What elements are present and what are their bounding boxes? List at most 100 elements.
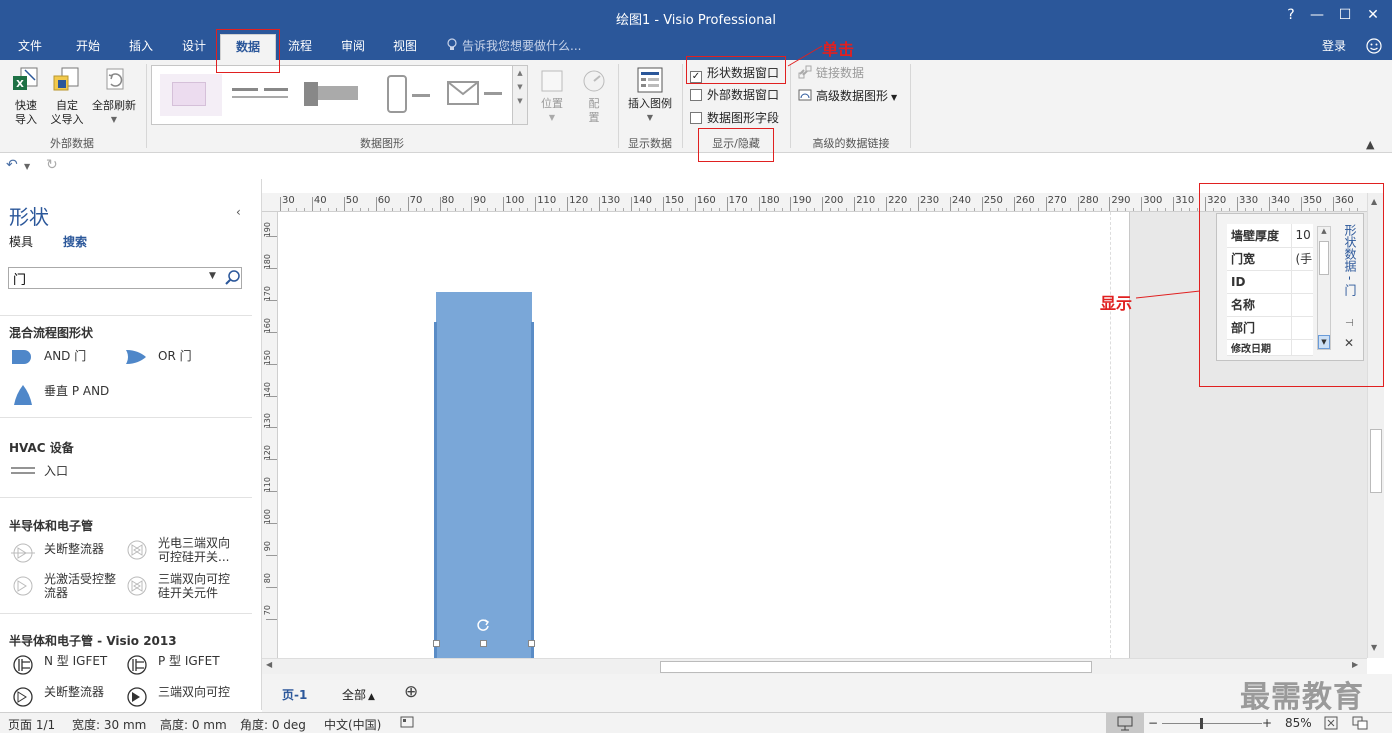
page-tab-1[interactable]: 页-1 (282, 686, 307, 703)
table-row[interactable]: 部门 (1227, 316, 1313, 340)
table-row[interactable]: ID (1227, 270, 1313, 294)
insert-legend-button[interactable]: 插入图例 ▼ (622, 66, 678, 125)
close-window-button[interactable]: ✕ (1360, 4, 1386, 26)
vertical-ruler[interactable]: 190 180 170 160 150 140 130 120 110 100 90 80 70 (262, 212, 278, 658)
horizontal-scrollbar[interactable]: ◀ ▶ (262, 658, 1367, 674)
position-button[interactable]: 位置 ▼ (534, 68, 570, 125)
graphic-thumb-3[interactable] (302, 74, 364, 116)
shape-data-window-checkbox[interactable]: ✓ 形状数据窗口 (690, 64, 779, 83)
horizontal-ruler[interactable]: 30 40 50 60 70 80 90 100 110 120 130 140 150 160 170 18… (262, 193, 1367, 212)
custom-import-button[interactable]: 自定 义导入 (46, 66, 88, 127)
shape-search-input[interactable] (9, 268, 199, 288)
vertical-scrollbar[interactable]: ▲ ▼ (1367, 193, 1384, 658)
status-page[interactable]: 页面 1/1 (8, 716, 55, 733)
configure-button[interactable]: 配 置 (576, 68, 612, 125)
ruler-minor-tick (1085, 208, 1087, 211)
ruler-tick (343, 197, 345, 211)
chevron-down-icon[interactable]: ▼ (209, 271, 216, 281)
graphic-thumb-1[interactable] (160, 74, 222, 116)
tab-view[interactable]: 视图 (380, 34, 430, 60)
zoom-level[interactable]: 85% (1285, 716, 1312, 730)
shape-data-scrollbar[interactable]: ▲ ▼ (1317, 226, 1331, 350)
switch-windows-icon[interactable] (1352, 716, 1368, 733)
tell-me-box[interactable]: 告诉我您想要做什么... (446, 34, 581, 60)
external-data-window-checkbox[interactable]: 外部数据窗口 (690, 86, 779, 104)
ruler-minor-tick (1133, 208, 1135, 211)
igfet-icon (127, 655, 147, 675)
selection-handle[interactable] (480, 640, 487, 647)
macro-recorder-icon[interactable] (400, 716, 414, 731)
sign-in-link[interactable]: 登录 (1322, 34, 1346, 60)
fit-page-icon[interactable] (1324, 716, 1338, 733)
help-button[interactable]: ? (1278, 4, 1304, 26)
tab-data[interactable]: 数据 (220, 34, 276, 60)
status-language[interactable]: 中文(中国) (324, 716, 381, 733)
ruler-minor-tick (742, 208, 744, 211)
maximize-button[interactable]: ☐ (1332, 4, 1358, 26)
ruler-minor-tick (894, 208, 896, 211)
selection-handle[interactable] (528, 640, 535, 647)
gallery-down-icon[interactable]: ▼ (513, 83, 527, 91)
search-icon[interactable] (225, 269, 241, 288)
scroll-down-icon[interactable]: ▼ (1371, 643, 1377, 652)
gallery-more-icon[interactable]: ▼ (513, 97, 527, 105)
scroll-up-icon[interactable]: ▲ (1371, 197, 1377, 206)
ruler-minor-tick (487, 208, 489, 211)
tab-file[interactable]: 文件 (8, 34, 52, 60)
undo-icon[interactable]: ↶ (6, 157, 18, 173)
chevron-left-icon[interactable]: ‹ (236, 205, 241, 219)
scroll-down-icon[interactable]: ▼ (1318, 335, 1330, 349)
table-row[interactable]: 门宽 (手 (1227, 247, 1313, 271)
table-row[interactable]: 修改日期 (1227, 339, 1313, 356)
all-pages-button[interactable]: 全部 ▲ (342, 686, 375, 703)
tab-stencils[interactable]: 模具 (9, 233, 33, 250)
presentation-mode-icon[interactable] (1106, 713, 1144, 733)
tab-insert[interactable]: 插入 (116, 34, 166, 60)
scroll-right-icon[interactable]: ▶ (1352, 660, 1358, 669)
tab-process[interactable]: 流程 (276, 34, 324, 60)
rotate-handle-icon[interactable] (475, 617, 491, 636)
ruler-tick (694, 197, 696, 211)
horizontal-scroll-thumb[interactable] (660, 661, 1092, 673)
data-graphics-gallery[interactable] (151, 65, 528, 125)
table-row[interactable]: 名称 (1227, 293, 1313, 317)
tab-review[interactable]: 审阅 (328, 34, 378, 60)
table-row[interactable]: 墙壁厚度 10 (1227, 224, 1313, 248)
tab-design[interactable]: 设计 (168, 34, 220, 60)
redo-icon[interactable]: ↻ (46, 157, 58, 173)
vertical-scroll-thumb[interactable] (1370, 429, 1382, 493)
zoom-slider[interactable] (1162, 723, 1262, 724)
undo-dropdown-icon[interactable]: ▼ (24, 162, 30, 171)
zoom-out-icon[interactable]: − (1148, 716, 1158, 730)
pin-icon[interactable]: ⊣ (1345, 318, 1354, 329)
quick-import-button[interactable]: X 快速 导入 (6, 66, 46, 127)
gallery-up-icon[interactable]: ▲ (513, 69, 527, 77)
ruler-tick (886, 197, 888, 211)
tab-home[interactable]: 开始 (62, 34, 114, 60)
graphic-thumb-phone[interactable] (384, 74, 434, 116)
ruler-label: 170 (728, 195, 748, 206)
ruler-label: 250 (983, 195, 1003, 206)
door-shape[interactable] (436, 292, 532, 658)
drawing-page[interactable] (278, 212, 1130, 658)
minimize-button[interactable]: — (1304, 4, 1330, 26)
ruler-label: 70 (263, 604, 272, 615)
close-icon[interactable]: ✕ (1344, 336, 1354, 350)
zoom-slider-thumb[interactable] (1200, 718, 1203, 729)
smiley-icon[interactable] (1366, 38, 1382, 57)
add-page-icon[interactable]: ⊕ (404, 682, 418, 702)
tab-search[interactable]: 搜索 (63, 233, 87, 250)
data-graphic-fields-checkbox[interactable]: 数据图形字段 (690, 109, 779, 127)
collapse-ribbon-icon[interactable]: ▲ (1366, 138, 1374, 151)
graphic-thumb-mail[interactable] (444, 74, 506, 116)
ruler-minor-tick (862, 208, 864, 211)
selection-handle[interactable] (433, 640, 440, 647)
shape-data-scroll-thumb[interactable] (1319, 241, 1329, 275)
refresh-all-button[interactable]: 全部刷新 ▼ (88, 66, 140, 127)
advanced-data-graphics-button[interactable]: 高级数据图形 ▼ (798, 87, 897, 105)
scroll-up-icon[interactable]: ▲ (1318, 227, 1330, 235)
scroll-left-icon[interactable]: ◀ (266, 660, 272, 669)
gallery-scroll[interactable]: ▲ ▼ ▼ (512, 65, 528, 125)
zoom-in-icon[interactable]: + (1262, 716, 1272, 730)
graphic-thumb-2[interactable] (230, 74, 292, 116)
